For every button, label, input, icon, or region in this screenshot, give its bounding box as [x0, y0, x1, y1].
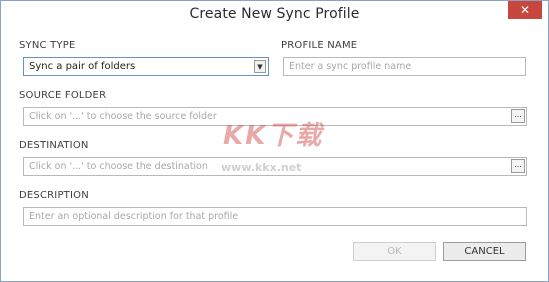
sync-type-value: Sync a pair of folders [29, 61, 136, 72]
description-input[interactable]: Enter an optional description for that p… [23, 207, 527, 226]
close-button[interactable]: ✕ [508, 1, 542, 19]
source-folder-label: SOURCE FOLDER [19, 90, 107, 101]
description-label: DESCRIPTION [19, 190, 89, 201]
destination-browse-button[interactable]: ... [511, 159, 525, 173]
watermark-url: www.kkx.net [221, 161, 302, 174]
ok-button[interactable]: OK [353, 242, 436, 261]
sync-type-select[interactable]: Sync a pair of folders ▼ [23, 57, 269, 76]
watermark-logo: KK下载 [223, 121, 324, 151]
source-browse-button[interactable]: ... [511, 109, 525, 123]
close-icon: ✕ [519, 3, 531, 17]
profile-name-label: PROFILE NAME [281, 40, 358, 51]
cancel-button[interactable]: CANCEL [443, 242, 526, 261]
title-bar[interactable]: Create New Sync Profile ✕ [1, 1, 548, 28]
destination-label: DESTINATION [19, 140, 89, 151]
dialog-window: Create New Sync Profile ✕ SYNC TYPE Sync… [0, 0, 549, 282]
sync-type-label: SYNC TYPE [19, 40, 76, 51]
dialog-title: Create New Sync Profile [189, 6, 360, 22]
profile-name-input[interactable]: Enter a sync profile name [283, 57, 526, 76]
chevron-down-icon[interactable]: ▼ [254, 60, 266, 73]
